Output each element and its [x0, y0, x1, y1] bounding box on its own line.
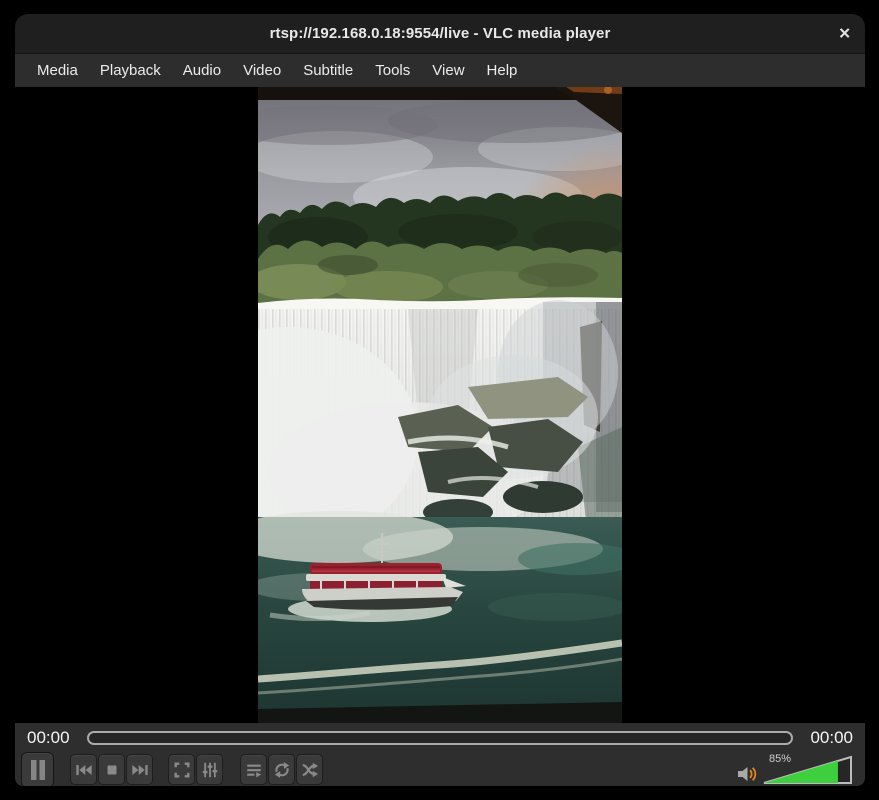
video-area	[15, 87, 865, 723]
pause-button[interactable]	[21, 751, 54, 786]
buttons-row: 85%	[15, 751, 865, 786]
extended-settings-button[interactable]	[196, 754, 223, 785]
menu-item-playback[interactable]: Playback	[89, 54, 172, 87]
menu-item-view[interactable]: View	[421, 54, 475, 87]
menu-item-help[interactable]: Help	[476, 54, 529, 87]
close-button[interactable]: ✕	[838, 26, 851, 41]
menu-item-tools[interactable]: Tools	[364, 54, 421, 87]
speaker-icon[interactable]	[737, 764, 759, 784]
next-button[interactable]	[126, 754, 153, 785]
previous-button[interactable]	[70, 754, 97, 785]
vlc-window: rtsp://192.168.0.18:9554/live - VLC medi…	[15, 14, 865, 786]
menu-item-media[interactable]: Media	[26, 54, 89, 87]
menu-item-video[interactable]: Video	[232, 54, 292, 87]
equalizer-icon	[202, 762, 217, 777]
menu-item-audio[interactable]: Audio	[172, 54, 232, 87]
pause-icon	[30, 759, 45, 780]
shuffle-icon	[302, 762, 318, 777]
loop-icon	[274, 761, 289, 778]
playlist-button[interactable]	[240, 754, 267, 785]
video-frame[interactable]	[258, 87, 622, 723]
window-title: rtsp://192.168.0.18:9554/live - VLC medi…	[269, 25, 611, 42]
titlebar[interactable]: rtsp://192.168.0.18:9554/live - VLC medi…	[15, 14, 865, 53]
elapsed-time: 00:00	[27, 728, 70, 747]
menu-item-subtitle[interactable]: Subtitle	[292, 54, 364, 87]
seek-row: 00:00 00:00	[15, 727, 865, 749]
shuffle-button[interactable]	[296, 754, 323, 785]
previous-icon	[75, 764, 92, 775]
stop-icon	[107, 765, 116, 774]
volume-area: 85%	[737, 753, 855, 787]
seek-slider[interactable]	[87, 731, 793, 745]
niagara-falls-video	[258, 87, 622, 723]
next-icon	[131, 764, 148, 775]
stop-button[interactable]	[98, 754, 125, 785]
control-bar: 00:00 00:00 85%	[15, 723, 865, 786]
remaining-time: 00:00	[810, 728, 853, 747]
playlist-icon	[246, 764, 261, 777]
menu-bar: Media Playback Audio Video Subtitle Tool…	[15, 53, 865, 87]
fullscreen-button[interactable]	[168, 754, 195, 785]
loop-button[interactable]	[268, 754, 295, 785]
fullscreen-icon	[174, 762, 189, 777]
volume-percent-label: 85%	[769, 752, 792, 765]
